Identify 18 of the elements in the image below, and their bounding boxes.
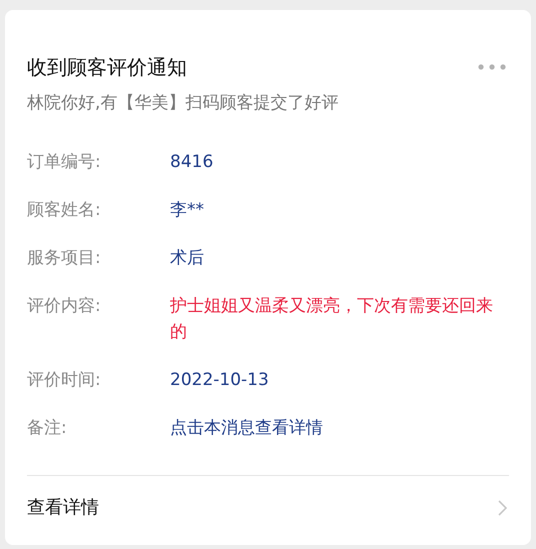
- chevron-right-icon: [498, 500, 507, 516]
- field-value: 护士姐姐又温柔又漂亮，下次有需要还回来的: [170, 295, 494, 344]
- field-label: 顾客姓名:: [27, 199, 102, 222]
- field-value: 李**: [170, 199, 205, 222]
- field-label: 订单编号:: [27, 151, 102, 174]
- card-title: 收到顾客评价通知: [27, 54, 187, 81]
- field-label: 评价内容:: [27, 295, 102, 318]
- view-details-link[interactable]: 查看详情: [27, 494, 99, 521]
- field-value: 术后: [170, 247, 205, 270]
- more-icon[interactable]: [478, 64, 506, 70]
- field-label: 评价时间:: [27, 369, 102, 392]
- field-value: 8416: [170, 151, 214, 174]
- field-value: 点击本消息查看详情: [170, 417, 324, 440]
- field-label: 备注:: [27, 417, 68, 440]
- card-subtitle: 林院你好,有【华美】扫码顾客提交了好评: [27, 92, 340, 115]
- message-card[interactable]: 收到顾客评价通知 林院你好,有【华美】扫码顾客提交了好评 订单编号: 8416 顾客姓名: 李** 服务项目: 术后 评价内容: 护士姐姐又温柔又漂亮，下次有需要还回来的 评价时间: 2022-10-13 备注: 点击本消息查看详情 查看详情: [5, 10, 531, 545]
- field-label: 服务项目:: [27, 247, 102, 270]
- field-value: 2022-10-13: [170, 369, 270, 392]
